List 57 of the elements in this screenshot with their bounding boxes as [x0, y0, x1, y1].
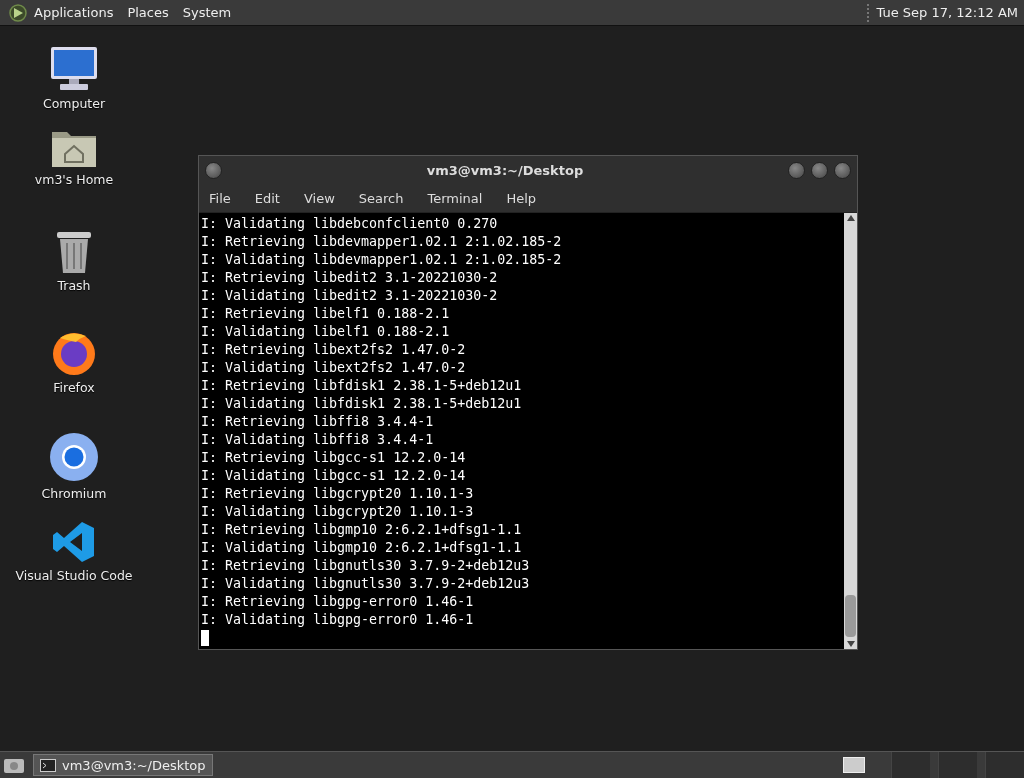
clock[interactable]: Tue Sep 17, 12:12 AM	[876, 5, 1018, 20]
terminal-line: I: Retrieving libfdisk1 2.38.1-5+deb12u1	[201, 377, 523, 395]
desktop-icon-label[interactable]: Trash	[57, 278, 91, 293]
show-desktop-icon[interactable]	[3, 756, 25, 774]
terminal-line: I: Validating libgpg-error0 1.46-1	[201, 611, 475, 629]
terminal-line: I: Retrieving libext2fs2 1.47.0-2	[201, 341, 467, 359]
desktop-icon-label[interactable]: Visual Studio Code	[15, 568, 133, 583]
logo-icon[interactable]	[8, 2, 28, 23]
panel-menu[interactable]: Applications	[34, 5, 114, 20]
computer-icon[interactable]	[49, 46, 99, 92]
terminal-line: I: Retrieving libgpg-error0 1.46-1	[201, 593, 475, 611]
terminal-line: I: Retrieving libgcrypt20 1.10.1-3	[201, 485, 475, 503]
terminal-line: I: Validating libedit2 3.1-20221030-2	[201, 287, 499, 305]
terminal-line: I: Validating libgmp10 2:6.2.1+dfsg1-1.1	[201, 539, 523, 557]
terminal-line: I: Retrieving libgcc-s1 12.2.0-14	[201, 449, 467, 467]
window-menu-button[interactable]	[205, 161, 222, 179]
code-editor-icon[interactable]	[52, 520, 96, 564]
panel-menu[interactable]: System	[182, 5, 232, 20]
terminal-line: I: Retrieving libffi8 3.4.4-1	[201, 413, 435, 431]
terminal-line: I: Validating libgcrypt20 1.10.1-3	[201, 503, 475, 521]
desktop-icon-label[interactable]: Firefox	[53, 380, 95, 395]
terminal-line: I: Validating libffi8 3.4.4-1	[201, 431, 435, 449]
terminal-line: I: Validating libelf1 0.188-2.1	[201, 323, 451, 341]
menu-item[interactable]: Terminal	[427, 190, 483, 206]
terminal-line: I: Retrieving libgmp10 2:6.2.1+dfsg1-1.1	[201, 521, 523, 539]
terminal-line: I: Validating libgcc-s1 12.2.0-14	[201, 467, 467, 485]
panel-menu[interactable]: Places	[127, 5, 169, 20]
scrollbar[interactable]	[844, 213, 857, 649]
menu-item[interactable]: File	[209, 190, 231, 206]
browser-icon[interactable]	[49, 432, 99, 482]
scroll-up-arrow-icon[interactable]	[846, 215, 855, 221]
close-button[interactable]	[834, 161, 851, 179]
taskbar-button[interactable]: vm3@vm3:~/Desktop	[33, 754, 213, 776]
terminal-line: I: Retrieving libdevmapper1.02.1 2:1.02.185-2	[201, 233, 563, 251]
window-title: vm3@vm3:~/Desktop	[425, 162, 585, 178]
desktop-icon-label[interactable]: Computer	[42, 96, 106, 111]
desktop-icon-label[interactable]: vm3's Home	[34, 172, 114, 187]
menu-item[interactable]: Help	[506, 190, 537, 206]
menu-item[interactable]: Search	[358, 190, 404, 206]
menu-item[interactable]: Edit	[254, 190, 280, 206]
text-cursor	[201, 630, 209, 646]
minimize-button[interactable]	[788, 161, 805, 179]
desktop-icon-label[interactable]: Chromium	[41, 486, 107, 501]
scrollbar-thumb[interactable]	[845, 595, 856, 637]
terminal-icon	[40, 758, 56, 772]
terminal-line: I: Validating libdebconfclient0 0.270	[201, 215, 499, 233]
terminal-line: I: Validating libdevmapper1.02.1 2:1.02.185-2	[201, 251, 563, 269]
terminal-line: I: Validating libgnutls30 3.7.9-2+deb12u3	[201, 575, 531, 593]
scroll-down-arrow-icon[interactable]	[846, 641, 855, 647]
terminal-line: I: Retrieving libedit2 3.1-20221030-2	[201, 269, 499, 287]
menu-item[interactable]: View	[303, 190, 335, 206]
terminal-line: I: Retrieving libelf1 0.188-2.1	[201, 305, 451, 323]
terminal-line: I: Validating libext2fs2 1.47.0-2	[201, 359, 467, 377]
terminal-line: I: Validating libfdisk1 2.38.1-5+deb12u1	[201, 395, 523, 413]
maximize-button[interactable]	[811, 161, 828, 179]
trash-icon[interactable]	[55, 230, 93, 274]
terminal-line: I: Retrieving libgnutls30 3.7.9-2+deb12u3	[201, 557, 531, 575]
